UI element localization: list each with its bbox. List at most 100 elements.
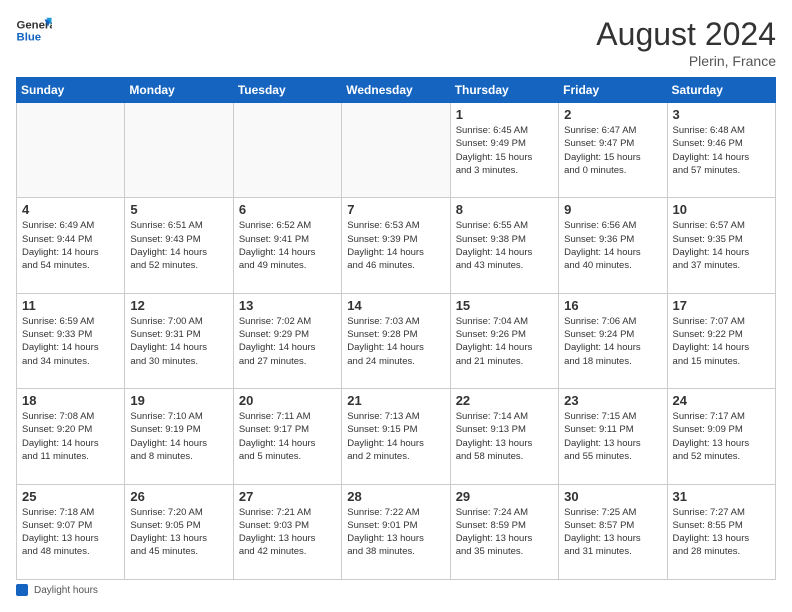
day-info: Sunrise: 6:45 AM Sunset: 9:49 PM Dayligh… [456, 124, 553, 177]
day-number: 9 [564, 202, 661, 217]
day-number: 30 [564, 489, 661, 504]
day-info: Sunrise: 7:02 AM Sunset: 9:29 PM Dayligh… [239, 315, 336, 368]
day-info: Sunrise: 6:53 AM Sunset: 9:39 PM Dayligh… [347, 219, 444, 272]
day-info: Sunrise: 6:47 AM Sunset: 9:47 PM Dayligh… [564, 124, 661, 177]
calendar-cell: 3 Sunrise: 6:48 AM Sunset: 9:46 PM Daylig… [667, 103, 775, 198]
calendar-cell: 18 Sunrise: 7:08 AM Sunset: 9:20 PM Dayli… [17, 389, 125, 484]
svg-text:Blue: Blue [17, 32, 42, 44]
day-number: 29 [456, 489, 553, 504]
calendar-cell: 12 Sunrise: 7:00 AM Sunset: 9:31 PM Dayli… [125, 293, 233, 388]
logo: General Blue [16, 16, 52, 44]
day-number: 12 [130, 298, 227, 313]
calendar-table: Sunday Monday Tuesday Wednesday Thursday… [16, 77, 776, 580]
calendar-cell: 8Sunrise: 6:55 AM Sunset: 9:38 PM Daylig… [450, 198, 558, 293]
col-friday: Friday [559, 78, 667, 103]
calendar-cell [342, 103, 450, 198]
day-number: 6 [239, 202, 336, 217]
day-number: 4 [22, 202, 119, 217]
calendar-cell: 24 Sunrise: 7:17 AM Sunset: 9:09 PM Dayli… [667, 389, 775, 484]
calendar-cell: 22 Sunrise: 7:14 AM Sunset: 9:13 PM Dayli… [450, 389, 558, 484]
day-info: Sunrise: 6:48 AM Sunset: 9:46 PM Dayligh… [673, 124, 770, 177]
day-info: Sunrise: 6:59 AM Sunset: 9:33 PM Dayligh… [22, 315, 119, 368]
col-thursday: Thursday [450, 78, 558, 103]
day-number: 2 [564, 107, 661, 122]
calendar-week-1: 4 Sunrise: 6:49 AM Sunset: 9:44 PM Daylig… [17, 198, 776, 293]
day-info: Sunrise: 7:08 AM Sunset: 9:20 PM Dayligh… [22, 410, 119, 463]
day-info: Sunrise: 7:11 AM Sunset: 9:17 PM Dayligh… [239, 410, 336, 463]
col-monday: Monday [125, 78, 233, 103]
footer-note: Daylight hours [16, 584, 776, 596]
calendar-cell [233, 103, 341, 198]
day-info: Sunrise: 7:20 AM Sunset: 9:05 PM Dayligh… [130, 506, 227, 559]
calendar-cell: 19 Sunrise: 7:10 AM Sunset: 9:19 PM Dayli… [125, 389, 233, 484]
calendar-cell: 9 Sunrise: 6:56 AM Sunset: 9:36 PM Daylig… [559, 198, 667, 293]
calendar-cell: 6 Sunrise: 6:52 AM Sunset: 9:41 PM Daylig… [233, 198, 341, 293]
day-number: 26 [130, 489, 227, 504]
calendar-cell: 13 Sunrise: 7:02 AM Sunset: 9:29 PM Dayli… [233, 293, 341, 388]
calendar-cell: 29Sunrise: 7:24 AM Sunset: 8:59 PM Dayli… [450, 484, 558, 579]
calendar-cell: 1 Sunrise: 6:45 AM Sunset: 9:49 PM Daylig… [450, 103, 558, 198]
day-info: Sunrise: 7:27 AM Sunset: 8:55 PM Dayligh… [673, 506, 770, 559]
calendar-cell: 14Sunrise: 7:03 AM Sunset: 9:28 PM Dayli… [342, 293, 450, 388]
day-info: Sunrise: 6:51 AM Sunset: 9:43 PM Dayligh… [130, 219, 227, 272]
day-number: 23 [564, 393, 661, 408]
day-info: Sunrise: 7:03 AM Sunset: 9:28 PM Dayligh… [347, 315, 444, 368]
day-info: Sunrise: 7:22 AM Sunset: 9:01 PM Dayligh… [347, 506, 444, 559]
footer-dot [16, 584, 28, 596]
day-info: Sunrise: 7:15 AM Sunset: 9:11 PM Dayligh… [564, 410, 661, 463]
day-number: 11 [22, 298, 119, 313]
day-info: Sunrise: 6:56 AM Sunset: 9:36 PM Dayligh… [564, 219, 661, 272]
day-info: Sunrise: 6:57 AM Sunset: 9:35 PM Dayligh… [673, 219, 770, 272]
day-info: Sunrise: 7:25 AM Sunset: 8:57 PM Dayligh… [564, 506, 661, 559]
day-number: 21 [347, 393, 444, 408]
calendar-cell: 26 Sunrise: 7:20 AM Sunset: 9:05 PM Dayli… [125, 484, 233, 579]
day-number: 18 [22, 393, 119, 408]
calendar-cell [125, 103, 233, 198]
day-number: 13 [239, 298, 336, 313]
calendar-week-4: 25Sunrise: 7:18 AM Sunset: 9:07 PM Dayli… [17, 484, 776, 579]
calendar-cell: 10 Sunrise: 6:57 AM Sunset: 9:35 PM Dayli… [667, 198, 775, 293]
day-number: 31 [673, 489, 770, 504]
col-wednesday: Wednesday [342, 78, 450, 103]
logo-icon: General Blue [16, 16, 52, 44]
calendar-cell: 16Sunrise: 7:06 AM Sunset: 9:24 PM Dayli… [559, 293, 667, 388]
month-year: August 2024 [596, 16, 776, 53]
title-section: August 2024 Plerin, France [596, 16, 776, 69]
day-info: Sunrise: 7:00 AM Sunset: 9:31 PM Dayligh… [130, 315, 227, 368]
day-number: 27 [239, 489, 336, 504]
day-number: 24 [673, 393, 770, 408]
day-number: 1 [456, 107, 553, 122]
day-info: Sunrise: 7:17 AM Sunset: 9:09 PM Dayligh… [673, 410, 770, 463]
day-number: 3 [673, 107, 770, 122]
calendar-cell: 20Sunrise: 7:11 AM Sunset: 9:17 PM Dayli… [233, 389, 341, 484]
day-number: 19 [130, 393, 227, 408]
day-info: Sunrise: 6:49 AM Sunset: 9:44 PM Dayligh… [22, 219, 119, 272]
calendar-cell: 23 Sunrise: 7:15 AM Sunset: 9:11 PM Dayli… [559, 389, 667, 484]
col-sunday: Sunday [17, 78, 125, 103]
calendar-week-3: 18 Sunrise: 7:08 AM Sunset: 9:20 PM Dayli… [17, 389, 776, 484]
day-info: Sunrise: 7:13 AM Sunset: 9:15 PM Dayligh… [347, 410, 444, 463]
day-number: 5 [130, 202, 227, 217]
calendar-cell: 4 Sunrise: 6:49 AM Sunset: 9:44 PM Daylig… [17, 198, 125, 293]
header: General Blue August 2024 Plerin, France [16, 16, 776, 69]
day-info: Sunrise: 7:14 AM Sunset: 9:13 PM Dayligh… [456, 410, 553, 463]
day-number: 22 [456, 393, 553, 408]
day-number: 28 [347, 489, 444, 504]
calendar-cell: 25Sunrise: 7:18 AM Sunset: 9:07 PM Dayli… [17, 484, 125, 579]
calendar-cell: 30 Sunrise: 7:25 AM Sunset: 8:57 PM Dayli… [559, 484, 667, 579]
page: General Blue August 2024 Plerin, France … [0, 0, 792, 612]
day-number: 25 [22, 489, 119, 504]
day-number: 17 [673, 298, 770, 313]
day-info: Sunrise: 7:10 AM Sunset: 9:19 PM Dayligh… [130, 410, 227, 463]
day-number: 15 [456, 298, 553, 313]
day-number: 10 [673, 202, 770, 217]
calendar-cell: 31 Sunrise: 7:27 AM Sunset: 8:55 PM Dayli… [667, 484, 775, 579]
day-number: 16 [564, 298, 661, 313]
day-info: Sunrise: 6:52 AM Sunset: 9:41 PM Dayligh… [239, 219, 336, 272]
calendar-week-0: 1 Sunrise: 6:45 AM Sunset: 9:49 PM Daylig… [17, 103, 776, 198]
calendar-cell: 7Sunrise: 6:53 AM Sunset: 9:39 PM Daylig… [342, 198, 450, 293]
day-info: Sunrise: 6:55 AM Sunset: 9:38 PM Dayligh… [456, 219, 553, 272]
calendar-cell: 15Sunrise: 7:04 AM Sunset: 9:26 PM Dayli… [450, 293, 558, 388]
day-info: Sunrise: 7:07 AM Sunset: 9:22 PM Dayligh… [673, 315, 770, 368]
calendar-cell: 11 Sunrise: 6:59 AM Sunset: 9:33 PM Dayli… [17, 293, 125, 388]
